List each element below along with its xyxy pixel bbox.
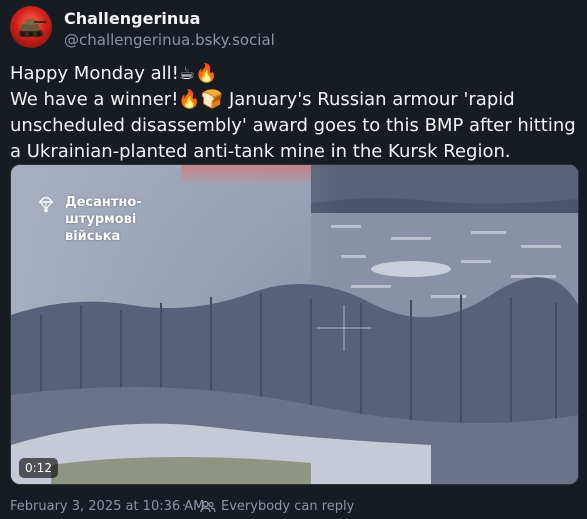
tank-avatar-icon	[19, 19, 47, 37]
post-timestamp[interactable]: February 3, 2025 at 10:36 AM	[10, 499, 204, 514]
avatar[interactable]	[10, 6, 52, 48]
footer-separator: ·	[182, 499, 187, 514]
post-footer: February 3, 2025 at 10:36 AM · Everybody…	[10, 498, 580, 518]
post-card: Challengerinua @challengerinua.bsky.soci…	[0, 0, 587, 519]
post-header: Challengerinua @challengerinua.bsky.soci…	[10, 6, 570, 50]
author-name[interactable]: Challengerinua	[64, 9, 200, 28]
author-handle[interactable]: @challengerinua.bsky.social	[64, 31, 275, 49]
video-player[interactable]: Десантно-штурмові війська 0:12	[10, 164, 579, 485]
post-line: Happy Monday all!☕🔥	[10, 63, 218, 84]
parachute-icon	[39, 196, 53, 213]
watermark-text: Десантно-штурмові війська	[65, 195, 142, 244]
post-text: Happy Monday all!☕🔥 We have a winner!🔥🍞 …	[10, 61, 582, 165]
post-line: We have a winner!🔥🍞 January's Russian ar…	[10, 89, 576, 162]
video-duration: 0:12	[19, 458, 58, 478]
people-icon	[200, 500, 216, 513]
reply-setting[interactable]: Everybody can reply	[221, 499, 354, 514]
